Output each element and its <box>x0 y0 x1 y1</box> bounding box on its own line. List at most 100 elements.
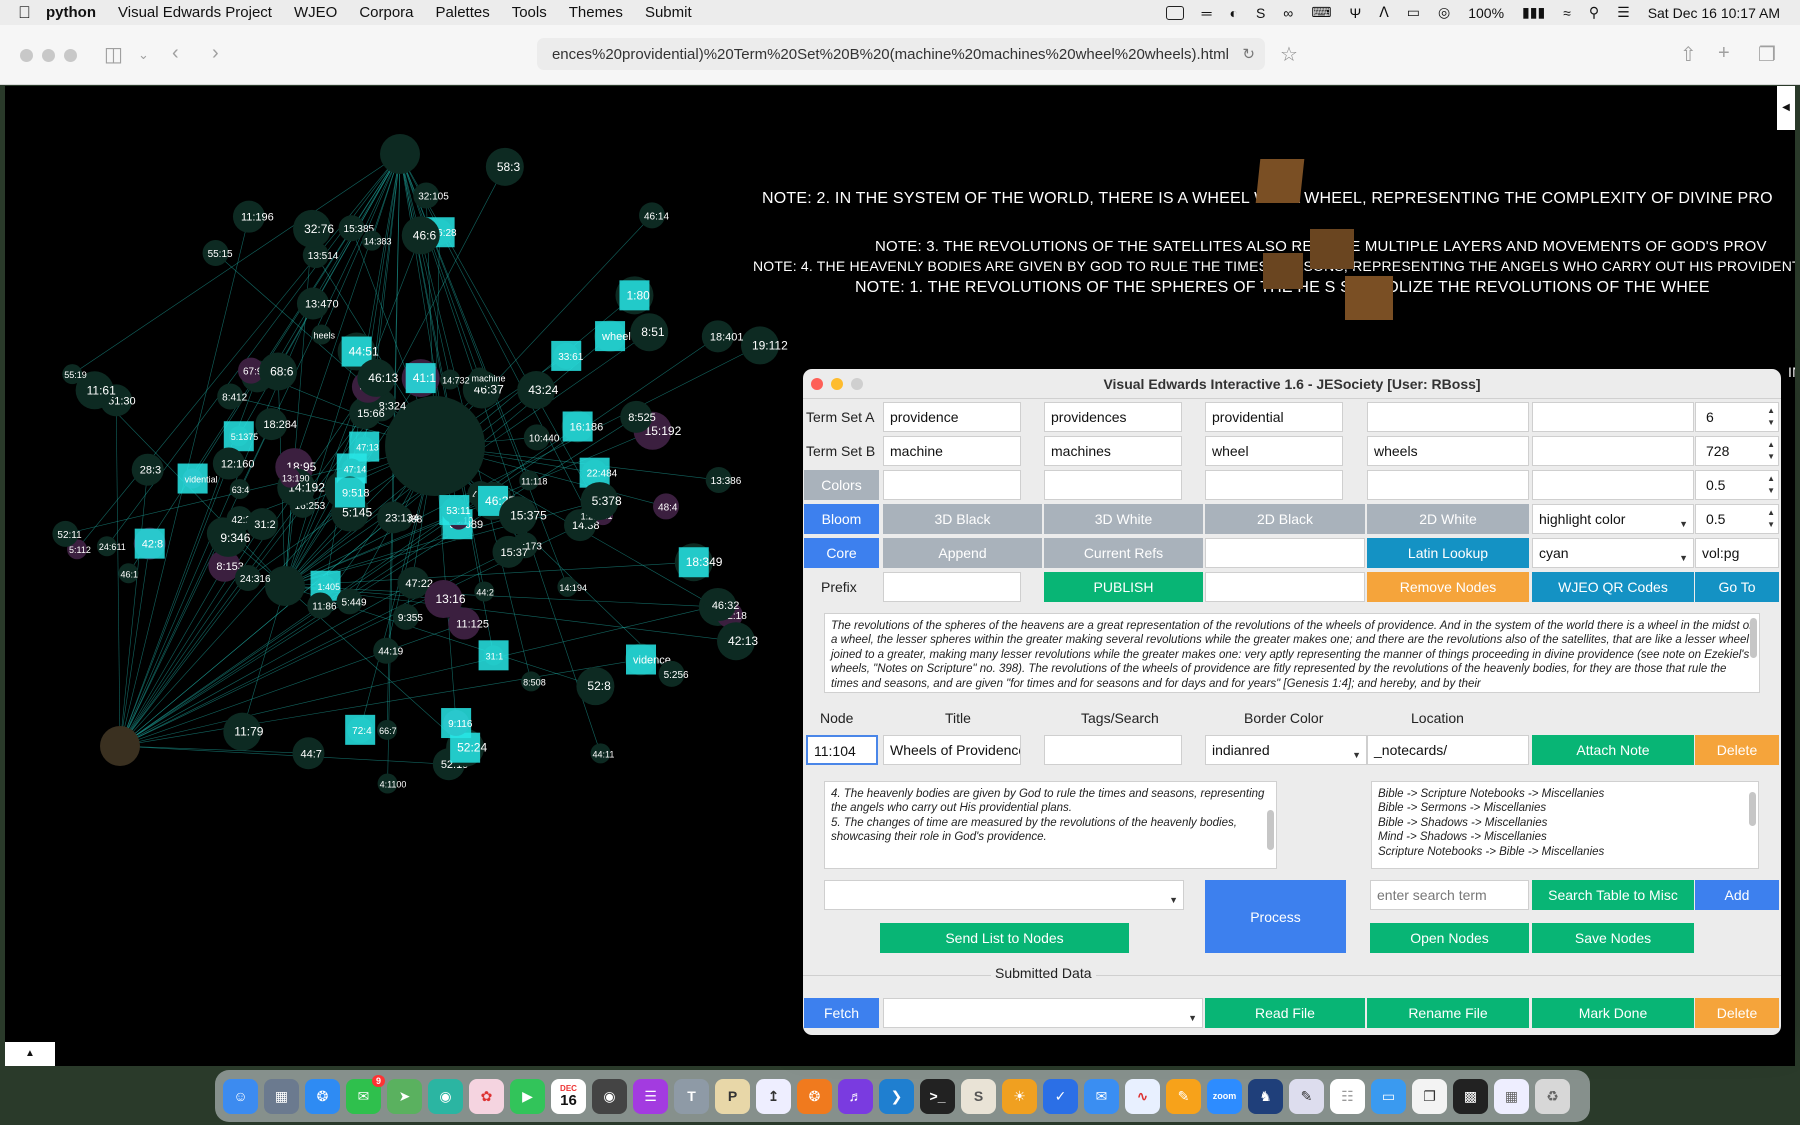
messages-icon[interactable]: ✉ 9 <box>346 1074 385 1114</box>
graph-hub-node[interactable] <box>380 134 420 174</box>
vscode-icon[interactable]: ❯ <box>879 1078 914 1114</box>
title-input[interactable]: Wheels of Providence <box>883 735 1021 765</box>
status-app-icon[interactable] <box>1165 5 1184 20</box>
send-list-to-nodes-button[interactable]: Send List to Nodes <box>880 923 1129 953</box>
save-nodes-button[interactable]: Save Nodes <box>1532 923 1694 953</box>
keyboard-icon[interactable]: ⌨ <box>1311 4 1331 21</box>
3d-black-button[interactable]: 3D Black <box>883 504 1042 534</box>
menu-wjeo[interactable]: WJEO <box>294 4 337 21</box>
path-item[interactable]: Scripture Notebooks -> Bible -> Miscella… <box>1378 845 1752 859</box>
cube-marker[interactable] <box>1345 276 1393 320</box>
core-button[interactable]: Core <box>804 538 879 568</box>
color-2-input[interactable] <box>1044 470 1182 500</box>
stepper-arrows-icon[interactable]: ▲ ▼ <box>1767 405 1775 429</box>
term-a-1-input[interactable]: providence <box>883 402 1021 432</box>
panel-close-button[interactable] <box>811 378 823 390</box>
core-input[interactable] <box>1205 538 1365 568</box>
stepper-arrows-icon[interactable]: ▲ ▼ <box>1767 439 1775 463</box>
paths-list[interactable]: Bible -> Scripture Notebooks -> Miscella… <box>1371 781 1759 869</box>
bluetooth-icon[interactable]: ᐱ <box>1379 4 1389 21</box>
find-my-icon[interactable]: ◉ <box>428 1078 463 1114</box>
2d-white-button[interactable]: 2D White <box>1367 504 1529 534</box>
calendar-icon[interactable]: DEC 16 <box>551 1078 586 1114</box>
delete-button[interactable]: Delete <box>1695 735 1779 765</box>
prefix-extra-input[interactable] <box>1205 572 1365 602</box>
menu-corpora[interactable]: Corpora <box>359 4 413 21</box>
rename-file-button[interactable]: Rename File <box>1367 998 1529 1028</box>
color-1-input[interactable] <box>883 470 1021 500</box>
reload-icon[interactable]: ↻ <box>1242 45 1255 63</box>
screenshot-icon[interactable]: ◉ <box>592 1078 627 1114</box>
sidebar-icon[interactable]: ◫ <box>104 42 123 67</box>
stepper-arrows-icon[interactable]: ▲ ▼ <box>1767 473 1775 497</box>
bloom-spinbox[interactable]: 0.5 ▲ ▼ <box>1695 504 1779 534</box>
forward-icon[interactable]: › <box>212 42 219 65</box>
menu-themes[interactable]: Themes <box>569 4 623 21</box>
maps-icon[interactable]: ➤ <box>387 1078 422 1114</box>
spotlight-search-icon[interactable]: ⚲ <box>1589 4 1599 21</box>
window-zoom-button[interactable] <box>64 49 77 62</box>
preview-icon[interactable]: ☀ <box>1002 1078 1037 1114</box>
scrollbar[interactable] <box>1749 792 1756 826</box>
cube-marker[interactable] <box>1310 229 1354 269</box>
color-5-input[interactable] <box>1532 470 1694 500</box>
menu-visual-edwards-project[interactable]: Visual Edwards Project <box>118 4 272 21</box>
tex-icon[interactable]: T <box>674 1078 709 1114</box>
fork-icon[interactable]: Ψ <box>1350 5 1362 21</box>
search-table-to-misc-button[interactable]: Search Table to Misc <box>1532 880 1694 910</box>
folder-icon[interactable]: ▭ <box>1371 1078 1406 1114</box>
p-app-icon[interactable]: P <box>715 1078 750 1114</box>
color-3-input[interactable] <box>1205 470 1343 500</box>
back-icon[interactable]: ‹ <box>172 42 179 65</box>
stripes-icon[interactable]: ═ <box>1202 5 1212 21</box>
tags-search-input[interactable] <box>1044 735 1182 765</box>
photos-icon[interactable]: ✿ <box>469 1078 504 1114</box>
fetch-button[interactable]: Fetch <box>804 998 879 1028</box>
document-icon[interactable]: ☷ <box>1330 1078 1365 1114</box>
search-input[interactable]: enter search term <box>1370 880 1529 910</box>
audio-icon[interactable]: ♬ <box>838 1078 873 1114</box>
mail-icon[interactable]: ✉ <box>1084 1078 1119 1114</box>
attach-note-button[interactable]: Attach Note <box>1532 735 1694 765</box>
menu-app-name[interactable]: python <box>46 4 96 21</box>
read-file-button[interactable]: Read File <box>1205 998 1365 1028</box>
term-a-3-input[interactable]: providential <box>1205 402 1343 432</box>
border-color-select[interactable]: indianred ▼ <box>1205 735 1367 765</box>
finder-icon[interactable]: ☺ <box>223 1078 258 1114</box>
term-b-4-input[interactable]: wheels <box>1367 436 1529 466</box>
append-button[interactable]: Append <box>883 538 1042 568</box>
panel-minimize-button[interactable] <box>831 378 843 390</box>
3d-white-button[interactable]: 3D White <box>1044 504 1203 534</box>
pages-icon[interactable]: ✎ <box>1166 1078 1201 1114</box>
highlight-color-select[interactable]: highlight color ▼ <box>1532 504 1694 534</box>
graph-hub-node[interactable] <box>100 726 140 766</box>
term-b-2-input[interactable]: machines <box>1044 436 1182 466</box>
panel-titlebar[interactable]: Visual Edwards Interactive 1.6 - JESocie… <box>803 369 1781 399</box>
colors-button[interactable]: Colors <box>804 470 879 500</box>
facetime-icon[interactable]: ▶ <box>510 1078 545 1114</box>
panel-zoom-button[interactable] <box>851 378 863 390</box>
scrollbar[interactable] <box>1750 618 1757 658</box>
path-item[interactable]: Bible -> Sermons -> Miscellanies <box>1378 801 1752 815</box>
chevron-down-icon[interactable]: ⌄ <box>138 47 149 63</box>
python-launcher-icon[interactable]: ♞ <box>1248 1078 1283 1114</box>
scrollbar[interactable] <box>1267 810 1274 850</box>
path-item[interactable]: Bible -> Shadows -> Miscellanies <box>1378 816 1752 830</box>
open-nodes-button[interactable]: Open Nodes <box>1370 923 1529 953</box>
cube-marker[interactable] <box>1255 159 1305 203</box>
window-close-button[interactable] <box>20 49 33 62</box>
mark-done-button[interactable]: Mark Done <box>1532 998 1694 1028</box>
menu-submit[interactable]: Submit <box>645 4 692 21</box>
menu-clock[interactable]: Sat Dec 16 10:17 AM <box>1648 5 1780 21</box>
term-a-4-input[interactable] <box>1367 402 1529 432</box>
trash-icon[interactable]: ♻ <box>1535 1078 1570 1114</box>
share-icon[interactable]: ⇧ <box>1680 42 1697 67</box>
location-input[interactable]: _notecards/ <box>1367 735 1529 765</box>
spreadsheet-icon[interactable]: ▦ <box>1494 1078 1529 1114</box>
bloom-button[interactable]: Bloom <box>804 504 879 534</box>
sublime-icon[interactable]: ❂ <box>797 1078 832 1114</box>
color-4-input[interactable] <box>1367 470 1529 500</box>
apple-icon[interactable]:  <box>18 3 46 23</box>
files-icon[interactable]: ❐ <box>1412 1078 1447 1114</box>
script-app-icon[interactable]: S <box>961 1078 996 1114</box>
